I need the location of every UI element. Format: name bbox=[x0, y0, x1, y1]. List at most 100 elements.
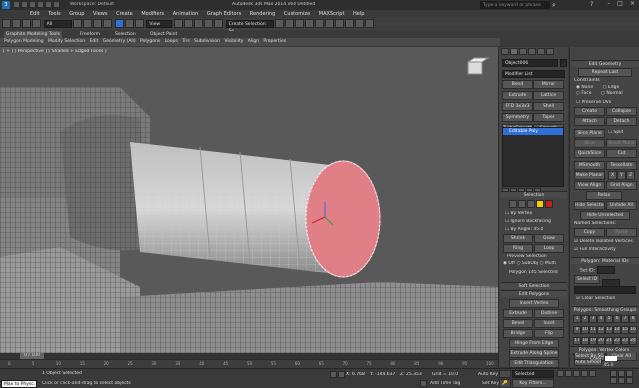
detach-button[interactable]: Detach bbox=[606, 117, 637, 126]
preserve-uvs-checkbox[interactable]: ☐ Preserve UVs bbox=[576, 100, 611, 105]
orbit-icon[interactable] bbox=[618, 377, 625, 384]
menu-help[interactable]: Help bbox=[353, 11, 364, 17]
window-crossing-icon[interactable] bbox=[103, 19, 113, 28]
selection-set-dropdown[interactable]: Create Selection Se bbox=[225, 19, 274, 34]
smoothing-groups-rollout-header[interactable]: Polygon: Smoothing Groups bbox=[571, 306, 639, 313]
polygon-mode-icon[interactable] bbox=[536, 200, 544, 208]
insert-vertex-button[interactable]: Insert Vertex bbox=[509, 299, 559, 308]
vertex-colors-rollout-header[interactable]: Polygon: Vertex Colors bbox=[570, 346, 638, 353]
smoothing-group-button[interactable]: 1 bbox=[573, 315, 581, 323]
curve-editor-icon[interactable] bbox=[315, 19, 325, 28]
smoothing-group-button[interactable]: 6 bbox=[613, 315, 621, 323]
redo-icon[interactable] bbox=[12, 19, 21, 28]
select-id-button[interactable]: Select ID bbox=[574, 275, 620, 287]
menu-edit[interactable]: Edit bbox=[30, 11, 40, 17]
smoothing-group-button[interactable]: 7 bbox=[621, 315, 629, 323]
menu-animation[interactable]: Animation bbox=[173, 11, 199, 17]
menu-tools[interactable]: Tools bbox=[48, 11, 60, 17]
maximize-icon[interactable]: □ bbox=[615, 0, 625, 9]
slice-plane-button[interactable]: Slice Plane bbox=[574, 129, 605, 138]
planar-z-button[interactable]: Z bbox=[626, 171, 635, 180]
play-icon[interactable] bbox=[573, 370, 580, 377]
inset-button[interactable]: Inset bbox=[534, 319, 564, 328]
delete-isolated-checkbox[interactable]: ☑ Delete Isolated Vertices bbox=[574, 239, 633, 244]
menu-views[interactable]: Views bbox=[93, 11, 107, 17]
paste-button[interactable]: Paste bbox=[606, 228, 637, 237]
constraint-face-radio[interactable]: ○ Face bbox=[576, 91, 592, 96]
modifier-shell-button[interactable]: Shell bbox=[533, 102, 564, 111]
select-by-name-icon[interactable] bbox=[83, 19, 93, 28]
split-checkbox[interactable]: ☐ Split bbox=[608, 130, 623, 135]
smoothing-group-button[interactable]: 23 bbox=[621, 337, 629, 345]
smoothing-group-button[interactable]: 12 bbox=[597, 326, 605, 334]
element-mode-icon[interactable] bbox=[545, 200, 553, 208]
modifier-bend-button[interactable]: Bend bbox=[502, 80, 533, 89]
quickslice-button[interactable]: QuickSlice bbox=[574, 149, 605, 158]
auto-key-button[interactable] bbox=[499, 370, 511, 378]
graphite-icon[interactable] bbox=[305, 19, 315, 28]
move-icon[interactable] bbox=[114, 19, 124, 28]
extrude-button[interactable]: Extrude bbox=[503, 309, 533, 318]
create-button[interactable]: Create bbox=[574, 107, 605, 116]
hinge-from-edge-button[interactable]: Hinge From Edge bbox=[509, 339, 559, 348]
schematic-icon[interactable] bbox=[325, 19, 335, 28]
redo-icon[interactable] bbox=[45, 1, 52, 8]
menu-graph-editors[interactable]: Graph Editors bbox=[207, 11, 241, 17]
save-icon[interactable] bbox=[29, 1, 36, 8]
menu-rendering[interactable]: Rendering bbox=[250, 11, 276, 17]
go-to-start-icon[interactable] bbox=[557, 370, 564, 377]
smoothing-group-button[interactable]: 20 bbox=[597, 337, 605, 345]
smoothing-group-button[interactable]: 9 bbox=[573, 326, 581, 334]
render-icon[interactable] bbox=[365, 19, 375, 28]
tessellate-button[interactable]: Tessellate bbox=[606, 161, 637, 170]
spinner-snap-icon[interactable] bbox=[213, 19, 223, 28]
bevel-button[interactable]: Bevel bbox=[503, 319, 533, 328]
grid-align-button[interactable]: Grid Align bbox=[606, 181, 637, 190]
panel-edit[interactable]: Edit bbox=[90, 39, 99, 44]
by-angle-checkbox[interactable]: ☐ By Angle: 45.0 bbox=[505, 227, 543, 232]
hide-selected-button[interactable]: Hide Selected bbox=[574, 201, 605, 210]
panel-loops[interactable]: Loops bbox=[165, 39, 178, 44]
menu-group[interactable]: Group bbox=[69, 11, 84, 17]
viewport-perspective[interactable]: [ + ] [ Perspective ] [ Shaded + Edged F… bbox=[0, 47, 498, 353]
x-coordinate[interactable]: X: 6.768 bbox=[346, 372, 365, 377]
align-icon[interactable] bbox=[285, 19, 295, 28]
copy-button[interactable]: Copy bbox=[574, 228, 605, 237]
smoothing-group-button[interactable]: 8 bbox=[629, 315, 637, 323]
close-icon[interactable]: × bbox=[627, 0, 638, 9]
smoothing-group-button[interactable]: 13 bbox=[605, 326, 613, 334]
modifier-mirror-button[interactable]: Mirror bbox=[533, 80, 564, 89]
tab-object-paint[interactable]: Object Paint bbox=[150, 31, 177, 38]
modifier-extrude-button[interactable]: Extrude bbox=[502, 91, 533, 100]
project-folder-icon[interactable] bbox=[53, 1, 60, 8]
smoothing-group-button[interactable]: 18 bbox=[581, 337, 589, 345]
reference-coordinate-dropdown[interactable]: View bbox=[146, 19, 173, 28]
track-bar[interactable]: 0 5 10 15 20 25 30 35 40 45 50 55 60 65 70 75 80 85 90 95 10… bbox=[0, 359, 498, 368]
undo-icon[interactable] bbox=[2, 19, 11, 28]
menu-create[interactable]: Create bbox=[116, 11, 133, 17]
search-input[interactable]: Type a keyword or phrase bbox=[480, 1, 550, 9]
snap-icon[interactable] bbox=[183, 19, 193, 28]
workspace-dropdown[interactable]: Workspace: Default bbox=[70, 2, 140, 7]
key-filters-button[interactable]: Key Filters... bbox=[512, 379, 554, 388]
previous-frame-icon[interactable] bbox=[565, 370, 572, 377]
edit-polygons-rollout-header[interactable]: Edit Polygons bbox=[501, 290, 567, 297]
add-time-tag[interactable]: Add Time Tag bbox=[430, 381, 460, 386]
slice-button[interactable]: Slice bbox=[574, 139, 605, 148]
minimize-icon[interactable]: – bbox=[604, 0, 614, 9]
smoothing-group-button[interactable]: 3 bbox=[589, 315, 597, 323]
smoothing-group-button[interactable]: 15 bbox=[621, 326, 629, 334]
app-logo-icon[interactable]: 3 bbox=[2, 1, 10, 9]
smoothing-group-button[interactable]: 14 bbox=[613, 326, 621, 334]
panel-visibility[interactable]: Visibility bbox=[224, 39, 243, 44]
zoom-all-icon[interactable] bbox=[618, 370, 625, 377]
edit-geometry-rollout-header[interactable]: Edit Geometry bbox=[571, 60, 639, 67]
scale-icon[interactable] bbox=[134, 19, 144, 28]
relax-button[interactable]: Relax bbox=[586, 191, 622, 200]
vertex-color-swatch[interactable] bbox=[604, 356, 617, 361]
tab-graphite-modeling-tools[interactable]: Graphite Modeling Tools bbox=[4, 31, 62, 38]
unhide-all-button[interactable]: Unhide All bbox=[606, 201, 637, 210]
collapse-button[interactable]: Collapse bbox=[606, 107, 637, 116]
hierarchy-tab-icon[interactable] bbox=[519, 48, 527, 55]
panel-polygon-modeling[interactable]: Polygon Modeling bbox=[4, 39, 44, 44]
